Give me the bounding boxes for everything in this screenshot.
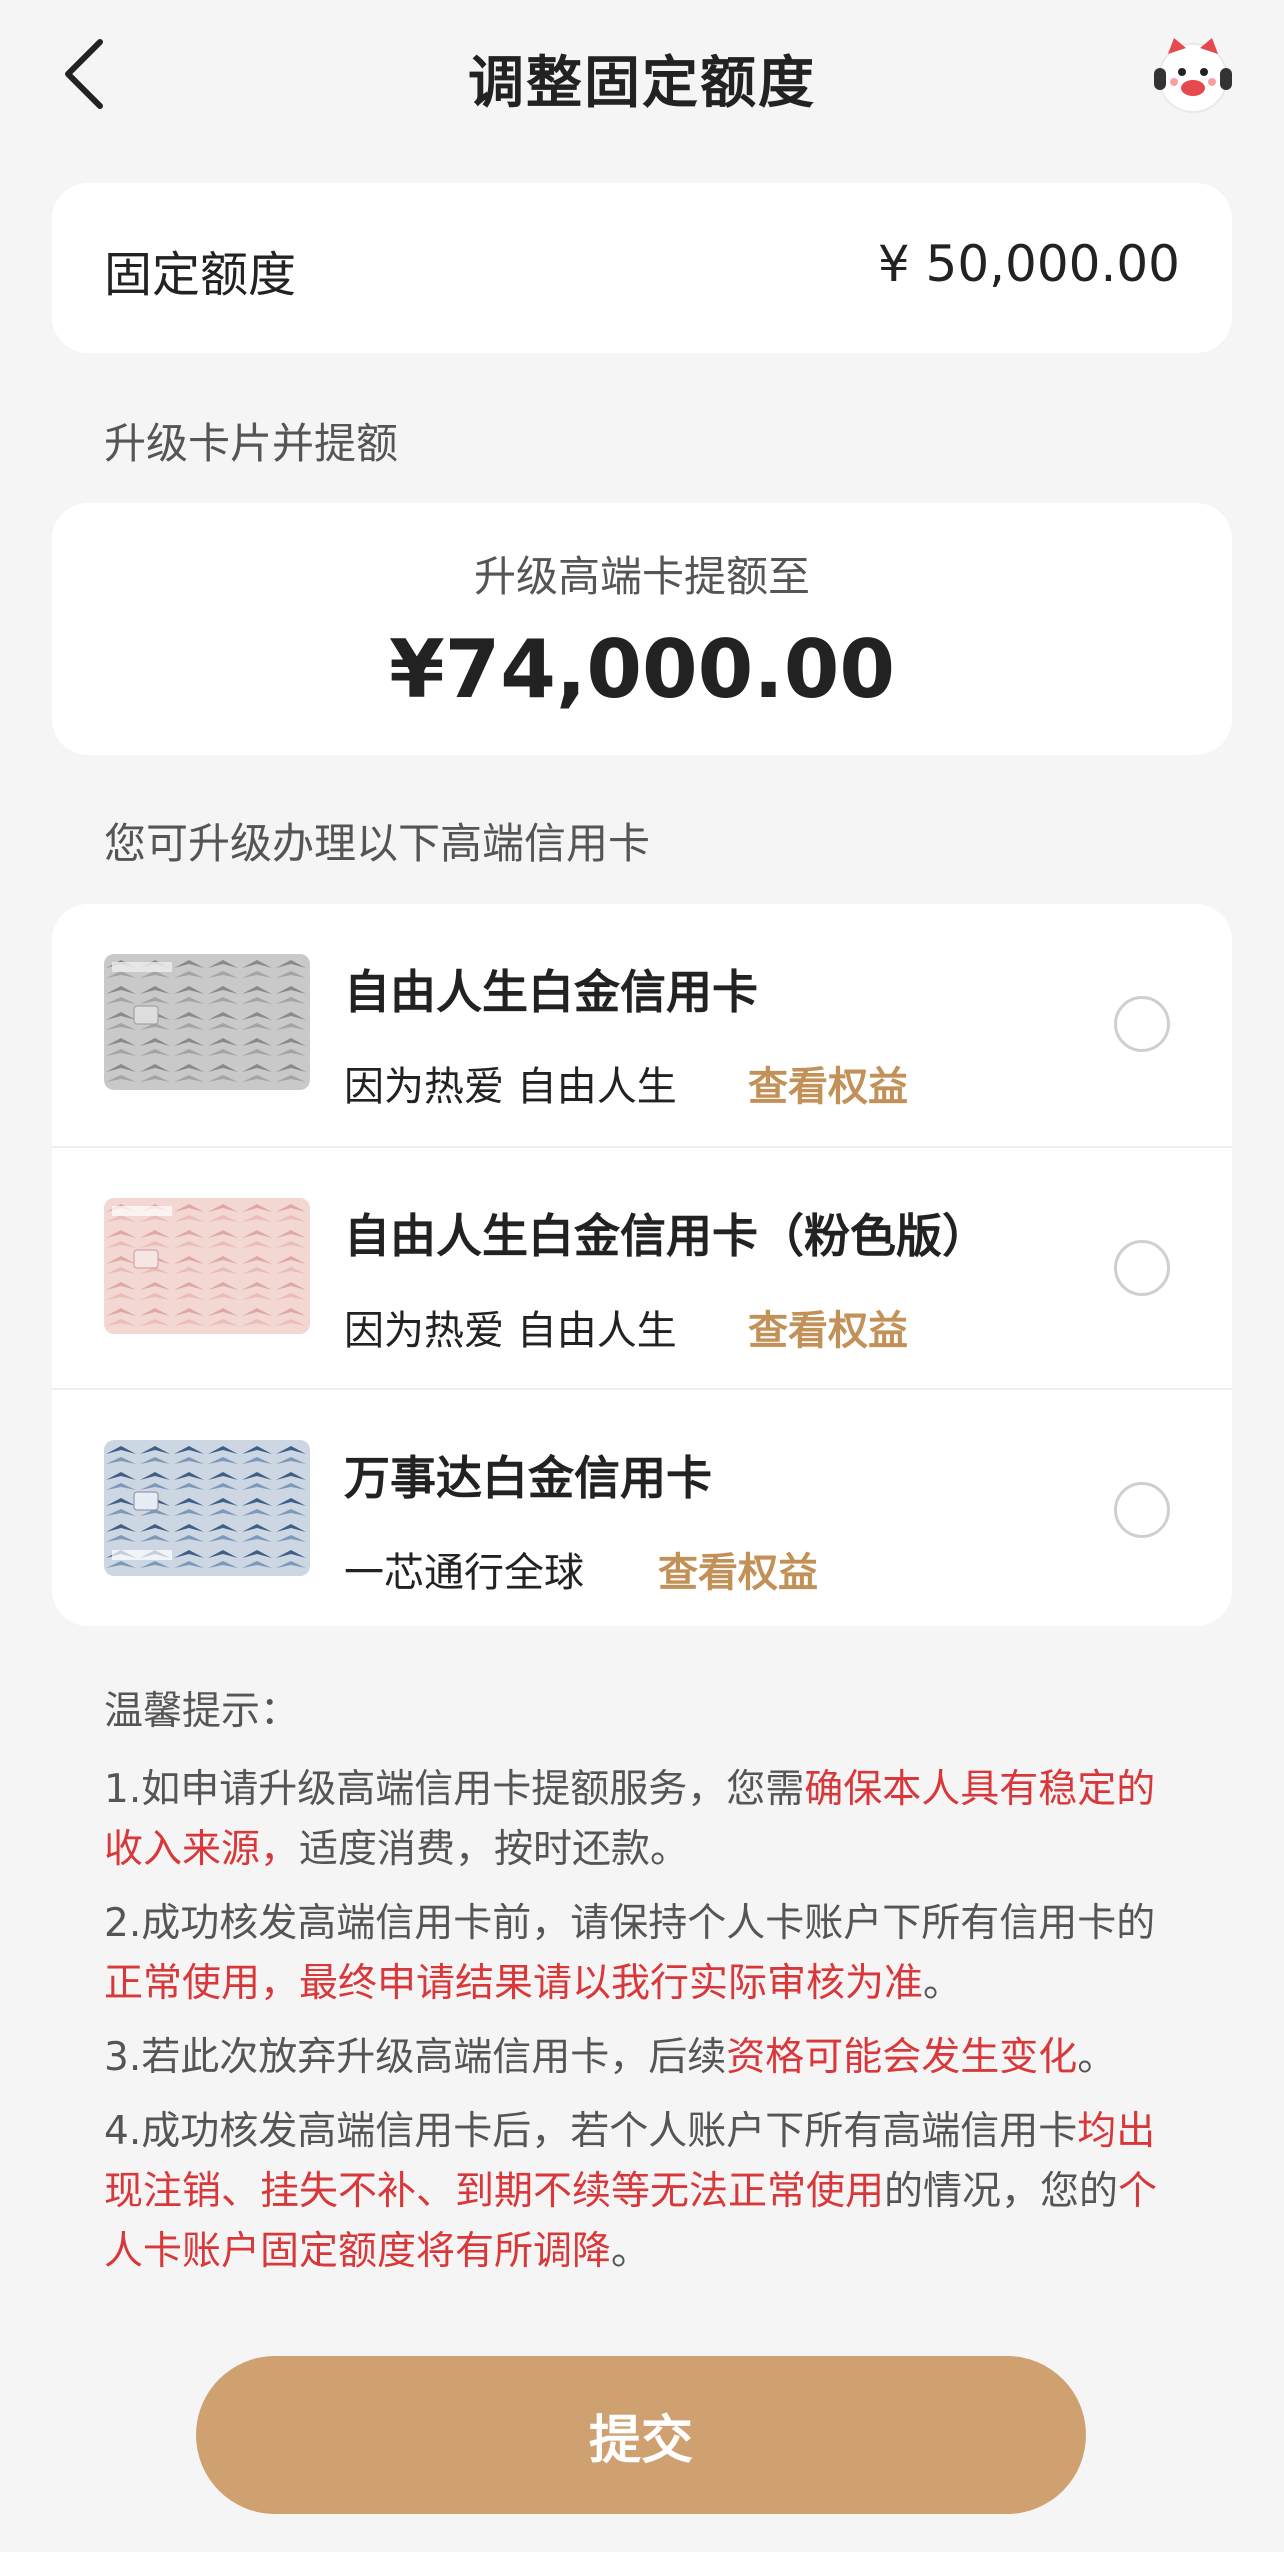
card-select-radio[interactable] [1114, 1482, 1170, 1538]
card-tagline: 因为热爱 自由人生 [344, 1064, 677, 1110]
tip-text: 。 [611, 2229, 651, 2274]
upgrade-subtitle: 升级高端卡提额至 [473, 552, 810, 601]
submit-button[interactable]: 提交 [196, 2356, 1086, 2514]
mascot-avatar-icon[interactable] [1150, 32, 1236, 118]
tip-highlight: 资格可能会发生变化 [726, 2035, 1078, 2080]
card-image-pink [104, 1198, 310, 1334]
tip-item: 4.成功核发高端信用卡后，若个人账户下所有高端信用卡均出现注销、挂失不补、到期不… [104, 2102, 1184, 2282]
tips-title: 温馨提示： [104, 1689, 300, 1734]
tip-text: 1.如申请升级高端信用卡提额服务，您需 [104, 1767, 805, 1812]
card-image-blue [104, 1440, 310, 1576]
tip-item: 3.若此次放弃升级高端信用卡，后续资格可能会发生变化。 [104, 2028, 1184, 2088]
cards-section-label: 您可升级办理以下高端信用卡 [104, 819, 651, 868]
card-name: 万事达白金信用卡 [344, 1451, 712, 1505]
fixed-limit-value: ¥ 50,000.00 [877, 235, 1180, 293]
upgrade-amount: ¥74,000.00 [388, 623, 896, 716]
tip-highlight: 正常使用，最终申请结果请以我行实际审核为准 [104, 1961, 924, 2006]
tip-text: 2.成功核发高端信用卡前，请保持个人卡账户下所有信用卡的 [104, 1901, 1156, 1946]
fixed-limit-card: 固定额度 ¥ 50,000.00 [52, 183, 1232, 353]
tip-text: 的情况，您的 [884, 2169, 1119, 2214]
card-tagline: 因为热爱 自由人生 [344, 1308, 677, 1354]
nav-bar: 调整固定额度 [0, 0, 1284, 150]
page-title: 调整固定额度 [468, 51, 816, 116]
card-select-radio[interactable] [1114, 1240, 1170, 1296]
view-benefits-link[interactable]: 查看权益 [748, 1054, 908, 1112]
fixed-limit-label: 固定额度 [104, 247, 297, 303]
tips-section: 温馨提示： 1.如申请升级高端信用卡提额服务，您需确保本人具有稳定的收入来源，适… [104, 1680, 1184, 2296]
tip-text: 3.若此次放弃升级高端信用卡，后续 [104, 2035, 727, 2080]
tip-item: 2.成功核发高端信用卡前，请保持个人卡账户下所有信用卡的正常使用，最终申请结果请… [104, 1894, 1184, 2014]
tip-text: 。 [1077, 2035, 1117, 2080]
card-name: 自由人生白金信用卡 [344, 965, 758, 1019]
upgrade-section-label: 升级卡片并提额 [104, 419, 399, 468]
upgrade-amount-card: 升级高端卡提额至 ¥74,000.00 [52, 503, 1232, 755]
view-benefits-link[interactable]: 查看权益 [658, 1540, 818, 1598]
card-option-row[interactable]: 自由人生白金信用卡 因为热爱 自由人生 查看权益 [52, 904, 1232, 1144]
card-option-row[interactable]: 自由人生白金信用卡（粉色版） 因为热爱 自由人生 查看权益 [52, 1146, 1232, 1388]
card-option-row[interactable]: 万事达白金信用卡 一芯通行全球 查看权益 [52, 1388, 1232, 1630]
card-options-list: 自由人生白金信用卡 因为热爱 自由人生 查看权益 自由人生白金信用卡（粉色版） … [52, 904, 1232, 1626]
tip-text: 4.成功核发高端信用卡后，若个人账户下所有高端信用卡 [104, 2109, 1078, 2154]
view-benefits-link[interactable]: 查看权益 [748, 1298, 908, 1356]
card-select-radio[interactable] [1114, 996, 1170, 1052]
card-tagline: 一芯通行全球 [344, 1550, 584, 1596]
tip-text: 。 [923, 1961, 963, 2006]
card-name: 自由人生白金信用卡（粉色版） [344, 1209, 988, 1263]
card-image-gray [104, 954, 310, 1090]
tip-text: 适度消费，按时还款。 [299, 1827, 690, 1872]
tip-item: 1.如申请升级高端信用卡提额服务，您需确保本人具有稳定的收入来源，适度消费，按时… [104, 1760, 1184, 1880]
